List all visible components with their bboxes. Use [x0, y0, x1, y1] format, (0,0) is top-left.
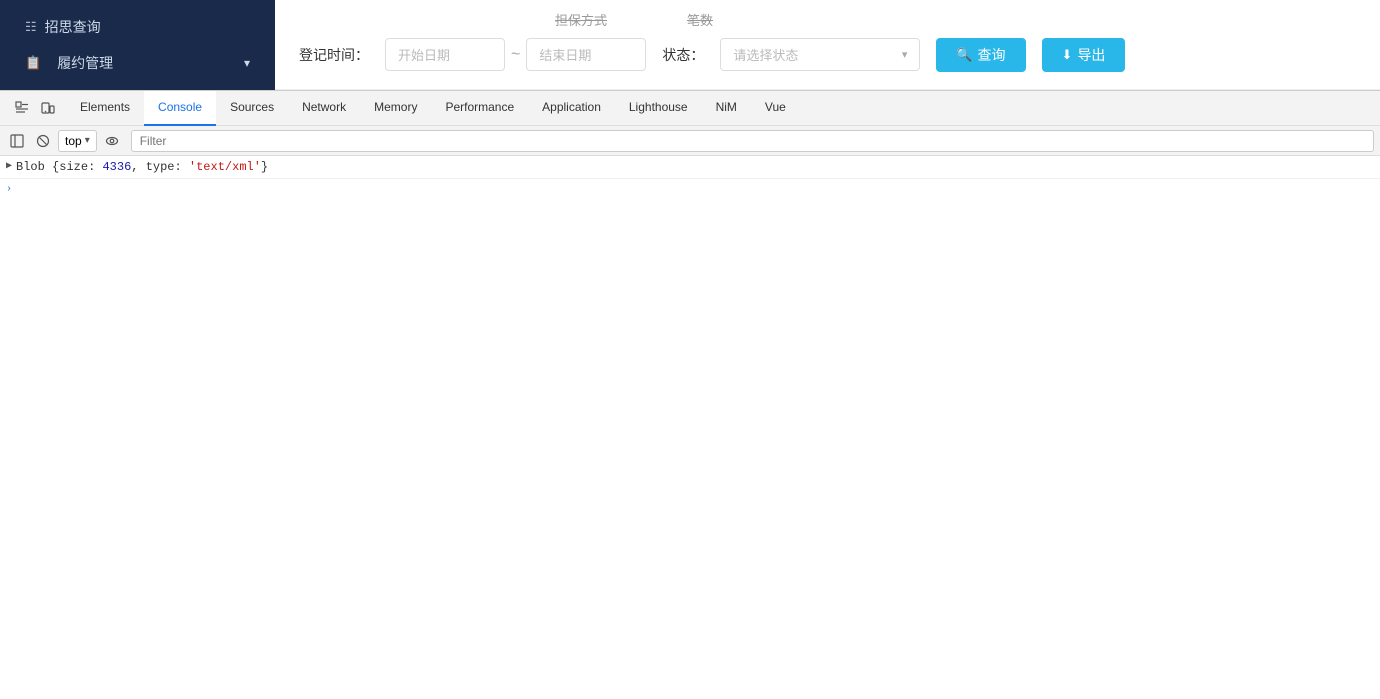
expand-blob-icon[interactable]: ▶: [6, 158, 12, 172]
sidebar-item-inquiry-label: 招思查询: [45, 17, 101, 37]
search-icon: 🔍: [956, 47, 972, 63]
query-button[interactable]: 🔍 查询: [936, 38, 1025, 72]
tab-elements[interactable]: Elements: [66, 91, 144, 126]
device-mode-icon[interactable]: [36, 96, 60, 120]
inspect-element-icon[interactable]: [10, 96, 34, 120]
tab-sources[interactable]: Sources: [216, 91, 288, 126]
console-cursor-icon: ›: [6, 184, 12, 195]
status-select[interactable]: 请选择状态 ▾: [720, 38, 920, 71]
tab-memory[interactable]: Memory: [360, 91, 431, 126]
eye-icon[interactable]: [101, 130, 123, 152]
tab-vue[interactable]: Vue: [751, 91, 800, 126]
label-register-time: 登记时间：: [299, 45, 369, 65]
sidebar-toggle-icon[interactable]: [6, 130, 28, 152]
console-output: ▶ Blob {size: 4336, type: 'text/xml'} ›: [0, 156, 1380, 699]
console-blob-line: ▶ Blob {size: 4336, type: 'text/xml'}: [0, 156, 1380, 179]
tab-nim[interactable]: NiM: [702, 91, 751, 126]
console-cursor-line: ›: [0, 179, 1380, 199]
export-icon: ⬇: [1062, 47, 1073, 63]
devtools-panel: Elements Console Sources Network Memory …: [0, 90, 1380, 699]
tab-console[interactable]: Console: [144, 91, 216, 126]
context-selector[interactable]: top ▾: [58, 130, 97, 152]
sidebar-item-inquiry[interactable]: ☷ 招思查询: [15, 9, 260, 45]
date-start-input[interactable]: 开始日期: [385, 38, 505, 71]
export-button[interactable]: ⬇ 导出: [1042, 38, 1126, 72]
devtools-icon-group: [4, 96, 66, 120]
tab-performance[interactable]: Performance: [431, 91, 528, 126]
status-select-arrow-icon: ▾: [902, 48, 908, 61]
strikethrough-guarantee: 担保方式: [555, 10, 607, 29]
tab-lighthouse[interactable]: Lighthouse: [615, 91, 702, 126]
devtools-tabbar: Elements Console Sources Network Memory …: [0, 91, 1380, 126]
inquiry-icon: ☷: [25, 19, 37, 35]
console-toolbar: top ▾: [0, 126, 1380, 156]
strikethrough-count: 笔数: [687, 10, 713, 29]
tab-application[interactable]: Application: [528, 91, 615, 126]
sidebar: ☷ 招思查询 📋 履约管理 ▾: [0, 0, 275, 90]
sidebar-item-contract[interactable]: 📋 履约管理 ▾: [15, 45, 260, 81]
contract-icon: 📋: [25, 55, 41, 71]
label-status: 状态：: [662, 45, 704, 65]
sidebar-item-contract-label: 履约管理: [57, 53, 113, 73]
top-bar: 担保方式 笔数 登记时间： 开始日期 ~ 结束日期 状态： 请选择状态: [275, 0, 1380, 90]
date-separator: ~: [511, 46, 520, 64]
context-arrow-icon: ▾: [85, 135, 90, 146]
date-end-input[interactable]: 结束日期: [526, 38, 646, 71]
clear-console-icon[interactable]: [32, 130, 54, 152]
tab-network[interactable]: Network: [288, 91, 360, 126]
context-label: top: [65, 134, 82, 148]
contract-arrow-icon: ▾: [244, 56, 250, 70]
console-filter-input[interactable]: [131, 130, 1374, 152]
